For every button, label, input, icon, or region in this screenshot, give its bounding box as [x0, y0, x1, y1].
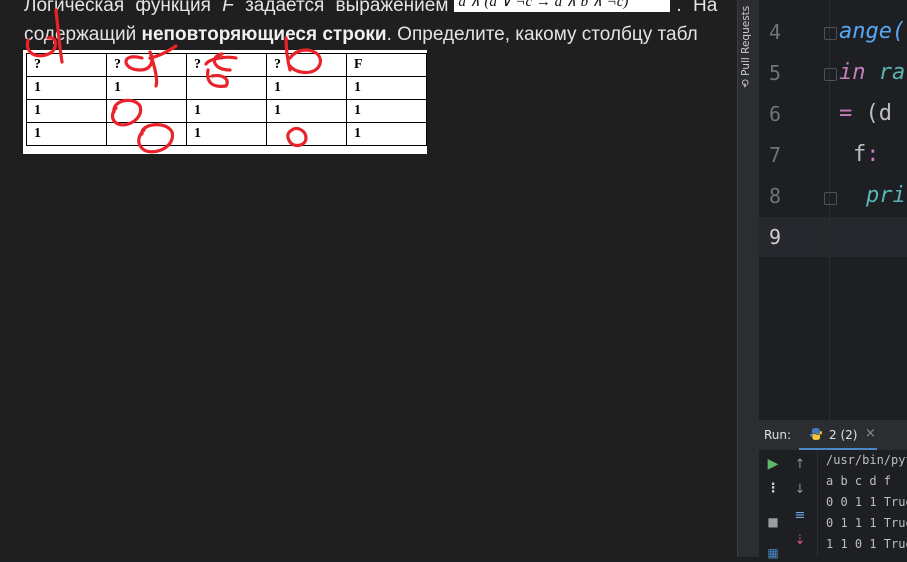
close-icon[interactable]: × [865, 426, 876, 441]
assign-op: = [839, 101, 853, 126]
table-cell [266, 122, 347, 146]
task-text-start: Логическая функция [24, 0, 223, 16]
table-cell [186, 76, 267, 100]
code-line-7[interactable]: f: [853, 142, 880, 167]
table-row: 1 1 1 [26, 122, 427, 146]
table-cell: 1 [346, 76, 427, 100]
task-text-2-bold: неповторяющиеся строки [141, 24, 387, 45]
keyword-in: in [839, 60, 866, 85]
fold-marker-icon[interactable] [824, 192, 837, 205]
truth-table-container: ? ? ? ? F 1 1 1 1 1 1 1 1 1 1 1 [23, 50, 427, 154]
table-cell: 1 [346, 99, 427, 123]
soft-wrap-icon[interactable]: ≡ [791, 507, 809, 525]
task-text-line2: содержащий неповторяющиеся строки. Опред… [24, 24, 698, 46]
run-tab[interactable]: 2 (2) × [799, 420, 877, 450]
table-cell: 1 [26, 99, 107, 123]
var-f: f [853, 142, 867, 167]
console-output-line: 1 1 0 1 True [826, 537, 907, 551]
header-cell: ? [106, 53, 187, 77]
table-cell: 1 [346, 122, 427, 146]
range-call: ra [878, 60, 906, 85]
run-panel: Run: 2 (2) × ▶ ⋮ ■ ▦ ↑ ↓ ≡ ⇣ /usr/bin/py… [759, 420, 907, 560]
pull-requests-text: Pull Requests [740, 5, 752, 76]
expr-start: (d [865, 101, 893, 126]
gutter-separator [829, 0, 830, 420]
pull-request-icon: ⟲ [740, 79, 752, 88]
current-line-number: 9 [768, 225, 781, 249]
code-line-8[interactable]: pri [866, 183, 906, 208]
down-arrow-icon[interactable]: ↓ [791, 481, 809, 499]
run-toolbar-separator [817, 450, 818, 557]
table-header-row: ? ? ? ? F [26, 53, 427, 77]
table-cell: 1 [186, 122, 267, 146]
table-cell [106, 122, 187, 146]
code-line-4[interactable]: ange( [839, 19, 905, 44]
run-panel-header: Run: 2 (2) × [759, 420, 907, 450]
console-output-line: a b c d f [826, 474, 892, 488]
up-arrow-icon[interactable]: ↑ [791, 456, 809, 474]
colon: : [866, 142, 880, 167]
table-row: 1 1 1 1 [26, 99, 427, 123]
stop-icon[interactable]: ■ [764, 513, 782, 531]
line-number: 4 [768, 20, 781, 44]
run-tab-label: 2 (2) [829, 428, 858, 442]
pull-requests-tool-strip[interactable]: ⟲ Pull Requests [737, 0, 760, 557]
header-cell: ? [26, 53, 107, 77]
truth-table: ? ? ? ? F 1 1 1 1 1 1 1 1 1 1 1 [26, 53, 427, 146]
console-output-line: /usr/bin/pyt [826, 453, 907, 467]
table-cell: 1 [266, 76, 347, 100]
table-cell: 1 [26, 76, 107, 100]
line-number: 6 [768, 102, 781, 126]
fold-marker-icon[interactable] [824, 68, 837, 81]
scroll-end-icon[interactable]: ⇣ [791, 532, 809, 550]
task-text-2-end: . Определите, какому столбцу табл [386, 24, 698, 45]
table-cell: 1 [266, 99, 347, 123]
task-text-middle: задается выражением [233, 0, 449, 16]
pull-requests-label[interactable]: ⟲ Pull Requests [740, 6, 752, 88]
python-icon [809, 428, 823, 440]
task-text-tail: . На [676, 0, 718, 16]
code-editor[interactable]: 4 5 6 7 8 9 ange( in ra = (d f: pri [759, 0, 907, 420]
task-text-line1: Логическая функция F задается выражением… [24, 0, 717, 17]
current-line-highlight [759, 217, 907, 257]
table-row: 1 1 1 1 [26, 76, 427, 100]
run-title: Run: [764, 428, 792, 442]
line-number: 8 [768, 184, 781, 208]
table-cell [106, 99, 187, 123]
console-output-line: 0 1 1 1 True [826, 516, 907, 530]
table-cell: 1 [186, 99, 267, 123]
fold-marker-icon[interactable] [824, 27, 837, 40]
play-icon[interactable]: ▶ [764, 455, 782, 473]
line-number: 5 [768, 61, 781, 85]
code-line-6[interactable]: = (d [839, 101, 892, 126]
code-line-5[interactable]: in ra [839, 60, 905, 85]
formula-image: a ∧ (a ∨ ¬c → a ∧ b ∧ ¬c) [454, 0, 671, 12]
header-cell: ? [186, 53, 267, 77]
layout-icon[interactable]: ▦ [764, 544, 782, 562]
header-cell: ? [266, 53, 347, 77]
function-name: F [222, 0, 234, 16]
line-number: 7 [768, 143, 781, 167]
table-cell: 1 [26, 122, 107, 146]
header-cell: F [346, 53, 427, 77]
more-icon[interactable]: ⋮ [764, 480, 782, 498]
console-output-line: 0 0 1 1 True [826, 495, 907, 509]
document-pane: Логическая функция F задается выражением… [0, 0, 737, 557]
table-cell: 1 [106, 76, 187, 100]
task-text-2-start: содержащий [24, 24, 142, 45]
